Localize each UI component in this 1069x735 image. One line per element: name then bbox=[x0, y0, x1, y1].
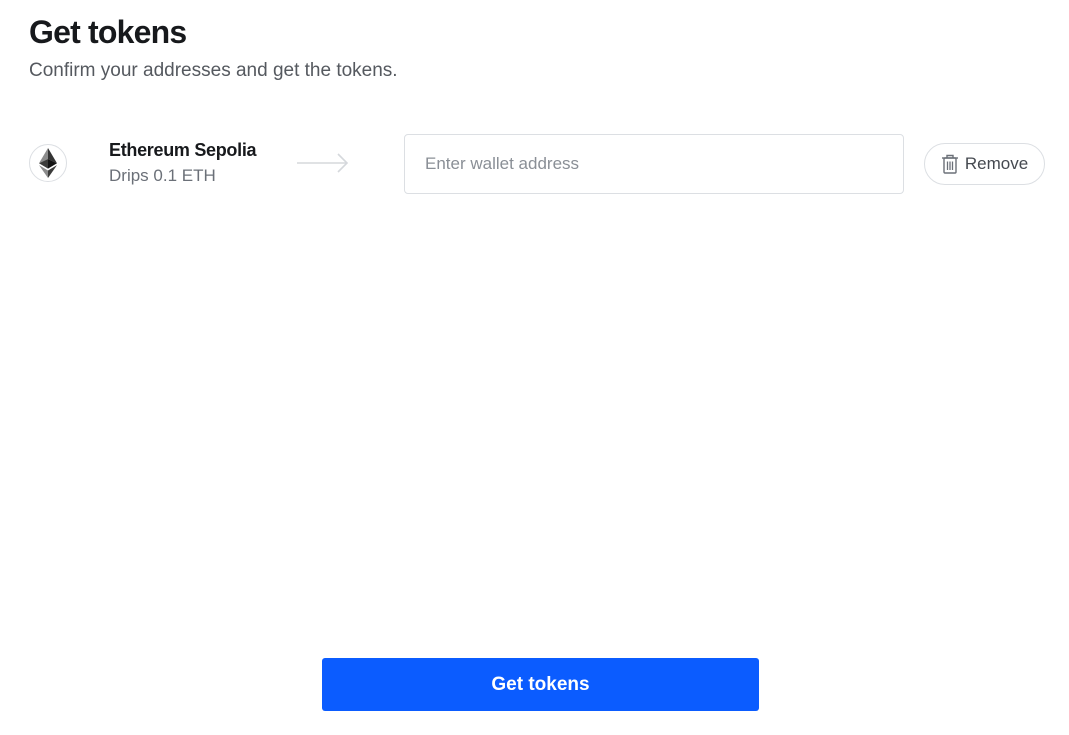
ethereum-logo-icon bbox=[29, 144, 67, 182]
wallet-address-input[interactable] bbox=[404, 134, 904, 194]
trash-icon bbox=[941, 154, 959, 174]
remove-button-label: Remove bbox=[964, 154, 1029, 173]
network-info: Ethereum Sepolia Drips 0.1 ETH bbox=[109, 139, 257, 186]
network-drip-amount: Drips 0.1 ETH bbox=[109, 166, 216, 185]
page-title: Get tokens bbox=[29, 14, 187, 50]
remove-button[interactable]: Remove bbox=[924, 143, 1045, 185]
page-subtitle: Confirm your addresses and get the token… bbox=[29, 60, 398, 81]
network-name: Ethereum Sepolia bbox=[109, 140, 257, 160]
arrow-right-icon bbox=[296, 152, 350, 179]
network-row: Ethereum Sepolia Drips 0.1 ETH Remove bbox=[29, 134, 1045, 194]
get-tokens-button[interactable]: Get tokens bbox=[322, 658, 759, 711]
